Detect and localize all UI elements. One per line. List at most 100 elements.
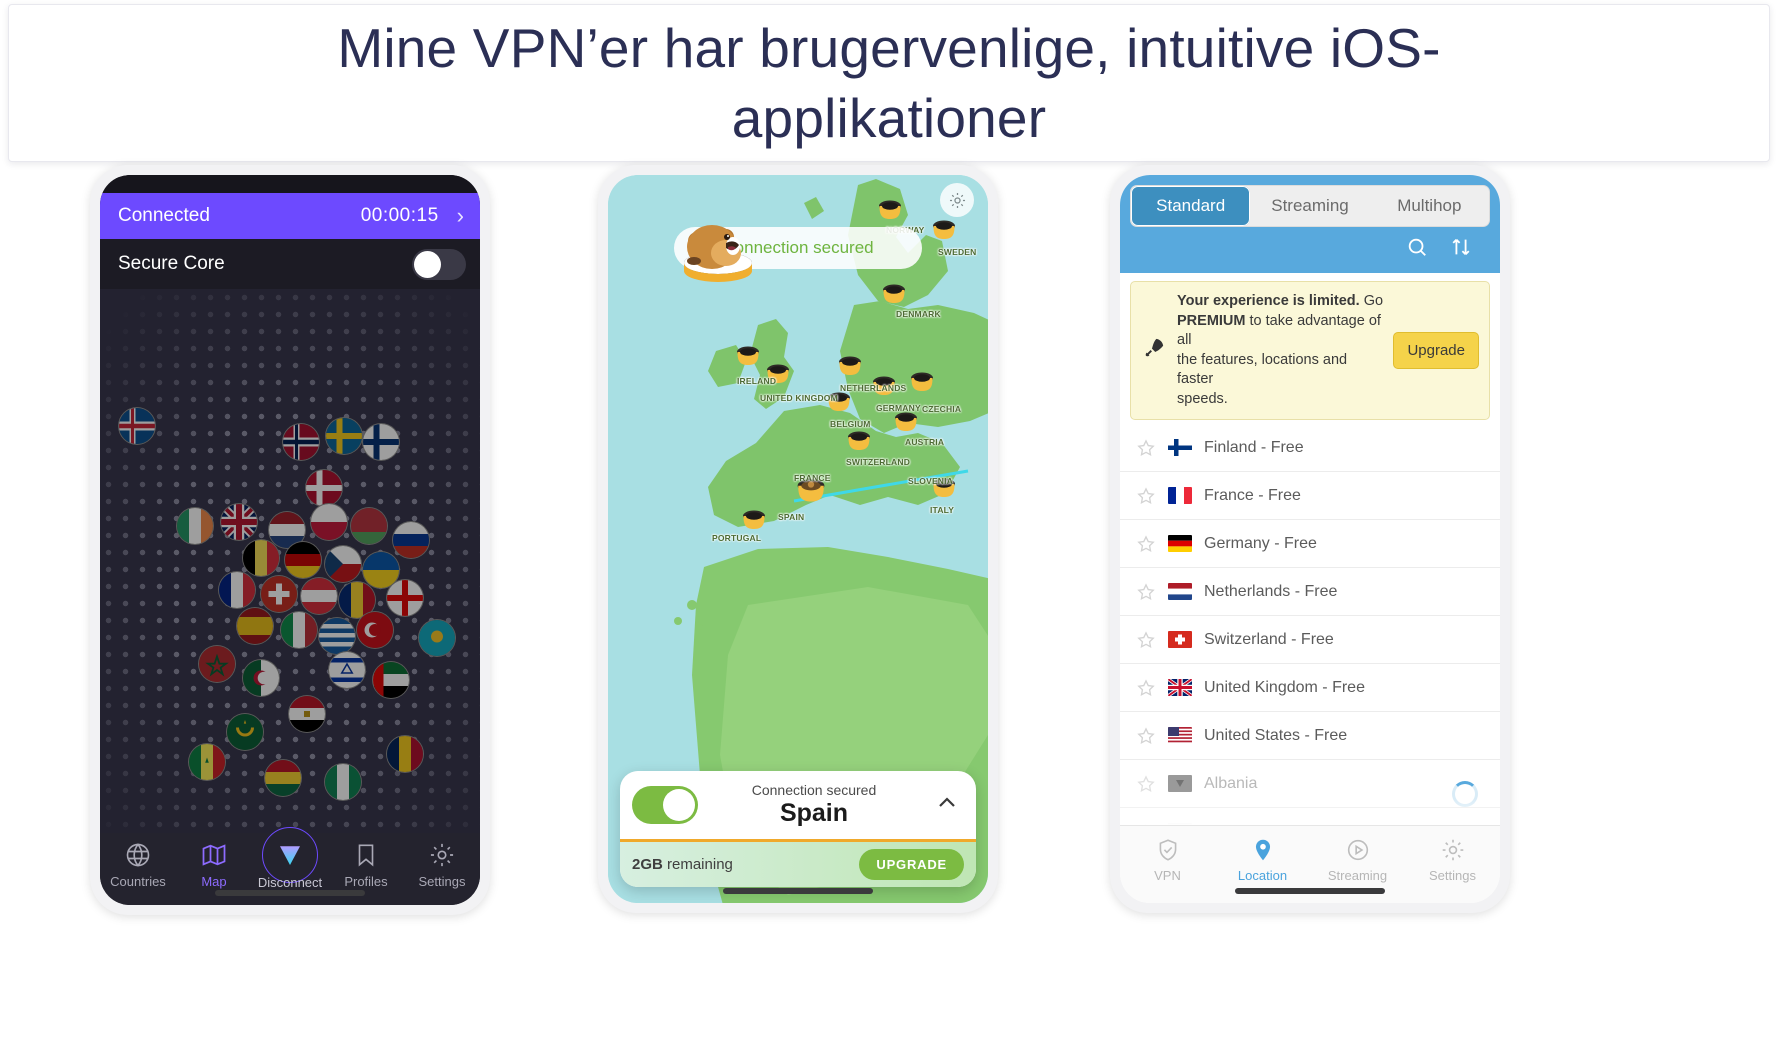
tab-streaming[interactable]: Streaming <box>1310 836 1405 883</box>
map-pin-iceland[interactable] <box>118 407 156 445</box>
location-name: Germany - Free <box>1204 534 1317 552</box>
map-pin-russia[interactable] <box>392 521 430 559</box>
map-pin-egypt[interactable] <box>288 695 326 733</box>
tab-settings[interactable]: Settings <box>404 841 480 889</box>
server-marker-ireland[interactable] <box>734 345 762 371</box>
location-row-germany[interactable]: Germany - Free <box>1120 520 1500 569</box>
map-pin-senegal[interactable] <box>188 743 226 781</box>
tab-settings-label: Settings <box>1429 868 1476 883</box>
map-pin-algeria[interactable] <box>242 659 280 697</box>
tunnelbear-screen: NORWAY SWEDEN DENMARK IRELAND UNITED KIN… <box>608 175 988 903</box>
map-pin-sweden[interactable] <box>325 417 363 455</box>
phone-hideme-vpn: Standard Streaming Multihop Your experie… <box>1110 165 1510 913</box>
location-row-netherlands[interactable]: Netherlands - Free <box>1120 568 1500 617</box>
map-pin-ghana[interactable] <box>264 759 302 797</box>
map-pin-turkey[interactable] <box>356 611 394 649</box>
favorite-star-icon[interactable] <box>1136 582 1156 602</box>
tab-countries[interactable]: Countries <box>100 841 176 889</box>
favorite-star-icon[interactable] <box>1136 486 1156 506</box>
secure-core-row[interactable]: Secure Core <box>100 239 480 289</box>
gear-icon <box>1405 836 1500 864</box>
server-marker-switzerland[interactable] <box>845 430 873 456</box>
map-pin-france[interactable] <box>218 571 256 609</box>
selected-country-label: Spain <box>779 799 849 827</box>
settings-gear-button[interactable] <box>940 183 974 217</box>
server-marker-portugal[interactable] <box>740 509 768 535</box>
search-icon[interactable] <box>1406 236 1428 263</box>
phone-proton-vpn: Connected 00:00:15 › Secure Core Countri… <box>90 165 490 915</box>
map-pin-spain[interactable] <box>236 607 274 645</box>
flag-united-kingdom <box>1168 679 1192 697</box>
map-label-spain: SPAIN <box>778 512 805 522</box>
tab-location[interactable]: Location <box>1215 836 1310 883</box>
phone-gallery: Connected 00:00:15 › Secure Core Countri… <box>0 162 1778 1052</box>
map-pin-germany[interactable] <box>284 541 322 579</box>
favorite-star-icon[interactable] <box>1136 534 1156 554</box>
map-pin-uae[interactable] <box>372 661 410 699</box>
location-row-finland[interactable]: Finland - Free <box>1120 424 1500 473</box>
location-row-france[interactable]: France - Free <box>1120 472 1500 521</box>
map-pin-israel[interactable] <box>328 651 366 689</box>
segment-multihop[interactable]: Multihop <box>1370 186 1489 226</box>
tab-map[interactable]: Map <box>176 841 252 889</box>
map-pin-poland[interactable] <box>310 503 348 541</box>
connection-bar[interactable]: Connected 00:00:15 › <box>100 193 480 239</box>
map-pin-finland[interactable] <box>362 423 400 461</box>
map-pin-czechia[interactable] <box>324 545 362 583</box>
map-pin-morocco[interactable] <box>198 645 236 683</box>
server-marker-poland[interactable] <box>908 371 936 397</box>
map-pin-denmark[interactable] <box>305 469 343 507</box>
map-pin-united-kingdom[interactable] <box>220 503 258 541</box>
map-pin-italy[interactable] <box>280 611 318 649</box>
header-actions <box>1130 227 1490 273</box>
favorite-star-icon[interactable] <box>1136 678 1156 698</box>
map-pin-kazakhstan[interactable] <box>418 619 456 657</box>
chevron-up-icon[interactable] <box>930 791 964 820</box>
mode-segmented-control[interactable]: Standard Streaming Multihop <box>1130 185 1490 227</box>
flag-france <box>1168 487 1192 505</box>
banner-upgrade-button[interactable]: Upgrade <box>1393 332 1479 370</box>
sort-icon[interactable] <box>1450 236 1472 263</box>
tab-vpn[interactable]: VPN <box>1120 836 1215 883</box>
favorite-star-icon[interactable] <box>1136 630 1156 650</box>
location-row-united-states[interactable]: United States - Free <box>1120 712 1500 761</box>
map-pin-chad[interactable] <box>386 735 424 773</box>
tab-disconnect[interactable]: Disconnect <box>252 827 328 890</box>
map-pin-austria[interactable] <box>300 577 338 615</box>
connection-secured-label: Connection secured <box>751 782 877 798</box>
map-pin-belarus[interactable] <box>350 507 388 545</box>
vpn-toggle[interactable] <box>632 786 698 824</box>
map-pin-mauritania[interactable] <box>226 713 264 751</box>
segment-standard[interactable]: Standard <box>1131 186 1251 226</box>
favorite-star-icon[interactable] <box>1136 774 1156 794</box>
page-title: Mine VPN’er har brugervenlige, intuitive… <box>337 16 1441 149</box>
server-marker-denmark[interactable] <box>880 283 908 309</box>
server-marker-sweden[interactable] <box>930 219 958 245</box>
chevron-right-icon[interactable]: › <box>457 205 464 227</box>
map-pin-nigeria[interactable] <box>324 763 362 801</box>
favorite-star-icon[interactable] <box>1136 438 1156 458</box>
map-pin-belgium[interactable] <box>242 539 280 577</box>
tab-profiles[interactable]: Profiles <box>328 841 404 889</box>
map-pin-georgia[interactable] <box>386 579 424 617</box>
location-row-switzerland[interactable]: Switzerland - Free <box>1120 616 1500 665</box>
upgrade-button[interactable]: UPGRADE <box>859 849 964 880</box>
server-marker-netherlands[interactable] <box>836 355 864 381</box>
server-marker-czechia[interactable] <box>892 411 920 437</box>
shield-check-icon <box>1120 836 1215 864</box>
map-label-austria: AUSTRIA <box>905 437 945 447</box>
map-pin-switzerland[interactable] <box>260 575 298 613</box>
flag-albania <box>1168 775 1192 793</box>
favorite-star-icon[interactable] <box>1136 726 1156 746</box>
map-pin-greece[interactable] <box>318 617 356 655</box>
secure-core-toggle[interactable] <box>412 248 466 280</box>
location-row-united-kingdom[interactable]: United Kingdom - Free <box>1120 664 1500 713</box>
premium-upsell-banner: Your experience is limited. Go PREMIUM t… <box>1130 281 1490 421</box>
map-label-italy: ITALY <box>930 505 955 515</box>
map-pin-norway[interactable] <box>282 423 320 461</box>
tab-settings[interactable]: Settings <box>1405 836 1500 883</box>
segment-streaming[interactable]: Streaming <box>1250 186 1369 226</box>
map-pin-ireland[interactable] <box>176 507 214 545</box>
world-map-dark[interactable] <box>100 289 480 833</box>
server-marker-norway[interactable] <box>876 199 904 225</box>
